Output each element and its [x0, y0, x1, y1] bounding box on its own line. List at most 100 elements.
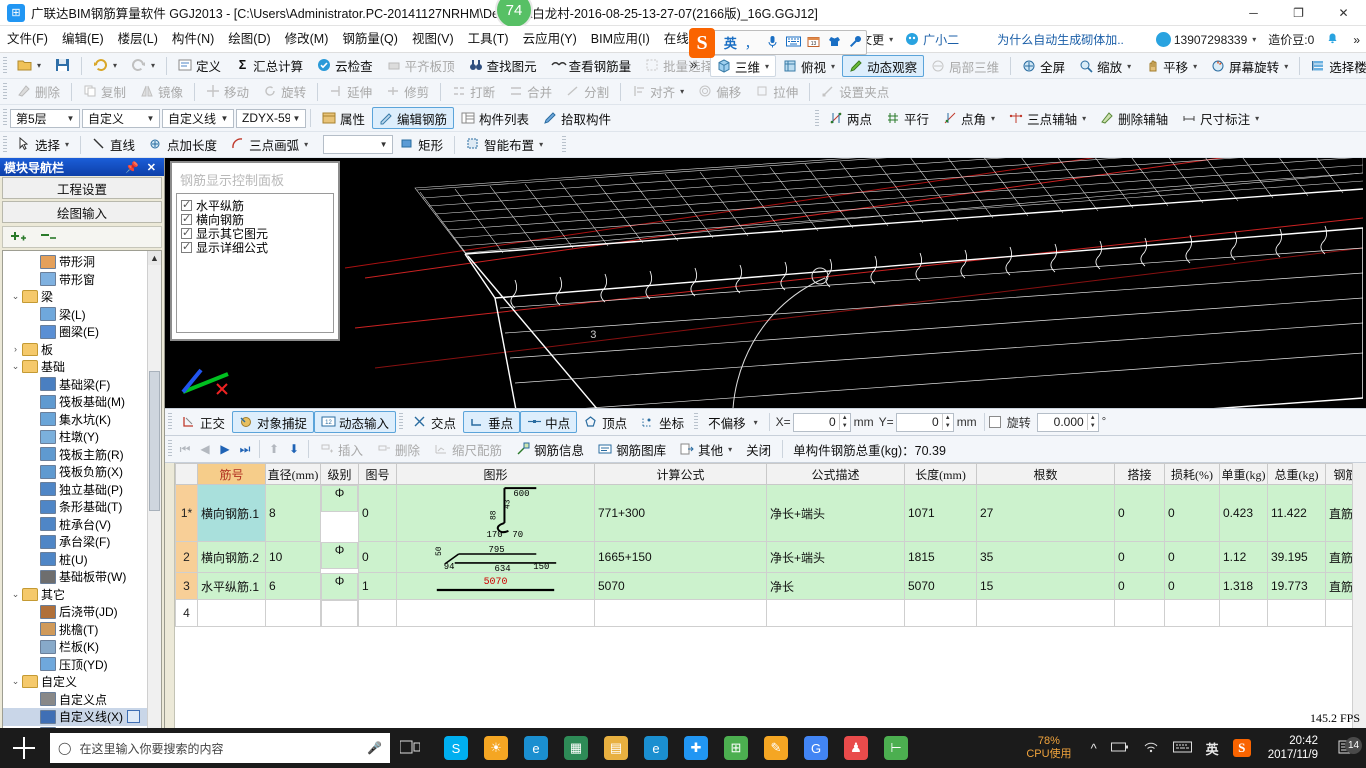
snap-coordinate[interactable]: 坐标: [634, 411, 691, 433]
store-icon[interactable]: ▦: [556, 728, 596, 768]
chevron-down-icon[interactable]: ⌄: [9, 361, 22, 372]
table-cell[interactable]: [1219, 599, 1268, 627]
grid-area[interactable]: 筋号 直径(mm) 级别 图号 图形 计算公式 公式描述 长度(mm) 根数 搭接 损耗(%) 单重(…: [175, 463, 1366, 768]
object-snap-toggle[interactable]: 对象捕捉: [232, 411, 315, 433]
toolbar-redo-button[interactable]: ▾: [124, 55, 162, 77]
search-box[interactable]: ◯ 在这里输入你要搜索的内容 🎤: [50, 733, 390, 763]
toolbar-grip[interactable]: [399, 413, 404, 431]
row-number-cell[interactable]: 4: [175, 599, 198, 627]
table-cell[interactable]: 净长: [766, 572, 905, 600]
table-cell[interactable]: 净长+端头: [766, 541, 905, 573]
menu-draw[interactable]: 绘图(D): [221, 26, 277, 52]
table-cell[interactable]: 0.423: [1219, 484, 1268, 542]
toolbar-grip[interactable]: [3, 109, 7, 127]
column-header[interactable]: 级别: [320, 463, 359, 485]
menu-cloud-app[interactable]: 云应用(Y): [516, 26, 584, 52]
tree-item[interactable]: ⌄ 自定义: [3, 673, 161, 691]
scale-rebar-button[interactable]: 缩尺配筋: [427, 438, 509, 460]
toolbar-grip[interactable]: [562, 135, 567, 154]
menu-modify[interactable]: 修改(M): [278, 26, 336, 52]
rectangle-tool-button[interactable]: 矩形: [393, 134, 450, 156]
toolbar-open-button[interactable]: ▾: [10, 55, 48, 77]
scroll-up-icon[interactable]: ▲: [148, 251, 161, 265]
offset-button[interactable]: 偏移: [691, 81, 748, 103]
nav-first-button[interactable]: ⏮: [175, 442, 195, 457]
pan-button[interactable]: 平移 ▾: [1138, 55, 1204, 77]
column-header[interactable]: 搭接: [1114, 463, 1165, 485]
sogou-icon[interactable]: S: [1226, 739, 1258, 757]
define-button[interactable]: 定义: [171, 55, 228, 77]
tree-item[interactable]: 栏板(K): [3, 638, 161, 656]
tree-item[interactable]: 筏板负筋(X): [3, 463, 161, 481]
notification-center-button[interactable]: 14: [1328, 736, 1366, 758]
ime-lang-icon[interactable]: 英: [720, 33, 741, 52]
column-header[interactable]: 计算公式: [594, 463, 767, 485]
table-cell[interactable]: 39.195: [1267, 541, 1326, 573]
table-cell[interactable]: 0: [358, 541, 397, 573]
tree-item[interactable]: 条形基础(T): [3, 498, 161, 516]
table-cell[interactable]: 8: [265, 484, 321, 542]
snap-perpendicular[interactable]: 垂点: [463, 411, 521, 433]
tree-item[interactable]: 筏板基础(M): [3, 393, 161, 411]
delete-axis-button[interactable]: 删除辅轴: [1093, 108, 1175, 130]
checkbox-icon[interactable]: [181, 240, 192, 253]
table-cell[interactable]: 横向钢筋.1: [197, 484, 266, 542]
menu-member[interactable]: 构件(N): [165, 26, 221, 52]
menu-floor[interactable]: 楼层(L): [111, 26, 165, 52]
tree-item[interactable]: 基础板带(W): [3, 568, 161, 586]
mirror-button[interactable]: 镜像: [133, 81, 190, 103]
scroll-thumb[interactable]: [149, 371, 160, 511]
chevron-down-icon[interactable]: ▾: [889, 35, 893, 44]
other-button[interactable]: 其他 ▾: [673, 438, 739, 460]
qq-icon[interactable]: ♟: [836, 728, 876, 768]
table-cell[interactable]: [197, 599, 266, 627]
toolbar-grip[interactable]: [3, 82, 7, 101]
align-button[interactable]: 对齐 ▾: [625, 81, 691, 103]
skype-icon[interactable]: S: [436, 728, 476, 768]
table-row[interactable]: 3 水平纵筋.1 6 Φ 1 5070 5070 净长 5070 15 0 0 1.318 19.77…: [175, 572, 1366, 600]
chevron-down-icon[interactable]: ⌄: [9, 676, 22, 687]
table-cell[interactable]: 0: [1164, 572, 1220, 600]
edit-rebar-button[interactable]: 编辑钢筋: [372, 107, 455, 129]
two-point-axis-button[interactable]: 两点: [822, 108, 879, 130]
find-element-button[interactable]: 查找图元: [462, 55, 544, 77]
column-header[interactable]: [175, 463, 198, 485]
rotate-input[interactable]: 0.000 ▲ ▼: [1036, 412, 1099, 432]
column-header[interactable]: 公式描述: [766, 463, 905, 485]
smart-layout-button[interactable]: 智能布置 ▾: [459, 134, 550, 156]
bell-item[interactable]: [1320, 32, 1347, 47]
ime-lang-icon[interactable]: 英: [1199, 739, 1226, 758]
toolbar-chevron-icon[interactable]: »: [1355, 56, 1362, 70]
chevron-down-icon[interactable]: ⌄: [9, 291, 22, 302]
table-cell[interactable]: 1815: [904, 541, 977, 573]
table-cell[interactable]: [1164, 599, 1220, 627]
tree-item[interactable]: 带形洞: [3, 253, 161, 271]
toolbar-grip[interactable]: [694, 413, 699, 431]
table-cell[interactable]: 771+300: [594, 484, 767, 542]
table-cell[interactable]: [321, 599, 358, 627]
notification-badge[interactable]: 74: [495, 0, 533, 29]
tree-item[interactable]: 基础梁(F): [3, 376, 161, 394]
menu-bim-app[interactable]: BIM应用(I): [584, 26, 657, 52]
y-spinner[interactable]: ▲ ▼: [941, 414, 953, 430]
snap-vertex[interactable]: 顶点: [577, 411, 634, 433]
move-button[interactable]: 移动: [199, 81, 256, 103]
table-cell[interactable]: [976, 599, 1115, 627]
category-combo[interactable]: 自定义 ▼: [82, 108, 160, 128]
merge-button[interactable]: 合并: [502, 81, 559, 103]
table-cell[interactable]: 0: [1164, 484, 1220, 542]
column-header[interactable]: 直径(mm): [265, 463, 321, 485]
collapse-all-icon[interactable]: [39, 229, 59, 246]
mic-icon[interactable]: 🎤: [367, 741, 382, 755]
pick-member-button[interactable]: 拾取构件: [536, 107, 618, 129]
delete-row-button[interactable]: 删除: [370, 438, 427, 460]
minimize-button[interactable]: ─: [1231, 0, 1276, 26]
tree-item[interactable]: 柱墩(Y): [3, 428, 161, 446]
chevron-down-icon[interactable]: ⌄: [9, 589, 22, 600]
table-cell[interactable]: 10: [265, 541, 321, 573]
three-point-arc-button[interactable]: 三点画弧 ▾: [224, 134, 315, 156]
table-cell[interactable]: [1114, 599, 1165, 627]
nav-prev-button[interactable]: ◀: [195, 442, 215, 456]
rebar-display-control-panel[interactable]: 钢筋显示控制面板 水平纵筋 横向钢筋 显示其它图元: [170, 161, 340, 341]
table-cell[interactable]: Φ: [321, 572, 358, 600]
